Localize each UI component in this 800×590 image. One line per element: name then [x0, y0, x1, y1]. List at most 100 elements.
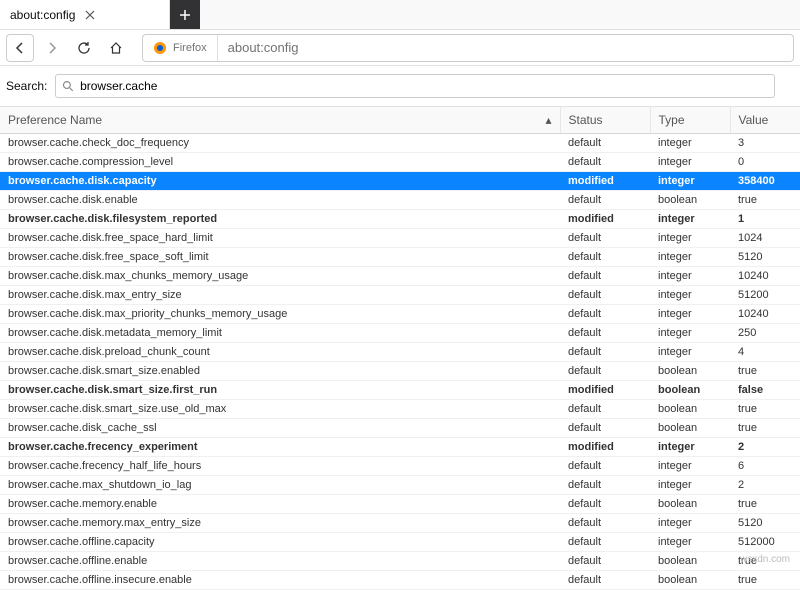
search-icon	[62, 80, 74, 92]
pref-value: true	[730, 495, 800, 514]
pref-row[interactable]: browser.cache.offline.enabledefaultboole…	[0, 552, 800, 571]
url-bar[interactable]: Firefox about:config	[142, 34, 794, 62]
pref-type: integer	[650, 438, 730, 457]
pref-name: browser.cache.disk.capacity	[0, 172, 560, 191]
pref-status: default	[560, 134, 650, 153]
pref-type: integer	[650, 286, 730, 305]
pref-name: browser.cache.compression_level	[0, 153, 560, 172]
pref-type: integer	[650, 305, 730, 324]
pref-value: 5120	[730, 514, 800, 533]
pref-name: browser.cache.disk.max_chunks_memory_usa…	[0, 267, 560, 286]
pref-row[interactable]: browser.cache.offline.insecure.enabledef…	[0, 571, 800, 590]
pref-name: browser.cache.disk.smart_size.enabled	[0, 362, 560, 381]
pref-row[interactable]: browser.cache.disk.smart_size.use_old_ma…	[0, 400, 800, 419]
pref-name: browser.cache.frecency_half_life_hours	[0, 457, 560, 476]
pref-type: boolean	[650, 191, 730, 210]
pref-name: browser.cache.frecency_experiment	[0, 438, 560, 457]
pref-row[interactable]: browser.cache.disk.free_space_hard_limit…	[0, 229, 800, 248]
pref-value: 2	[730, 476, 800, 495]
pref-status: default	[560, 343, 650, 362]
pref-row[interactable]: browser.cache.disk.metadata_memory_limit…	[0, 324, 800, 343]
pref-row[interactable]: browser.cache.disk.capacitymodifiedinteg…	[0, 172, 800, 191]
pref-row[interactable]: browser.cache.disk.enabledefaultbooleant…	[0, 191, 800, 210]
pref-status: default	[560, 191, 650, 210]
home-button[interactable]	[102, 34, 130, 62]
identity-label: Firefox	[173, 42, 207, 54]
pref-row[interactable]: browser.cache.offline.capacitydefaultint…	[0, 533, 800, 552]
pref-value: 4	[730, 343, 800, 362]
pref-type: boolean	[650, 400, 730, 419]
pref-name: browser.cache.disk.filesystem_reported	[0, 210, 560, 229]
pref-status: modified	[560, 210, 650, 229]
pref-row[interactable]: browser.cache.memory.enabledefaultboolea…	[0, 495, 800, 514]
pref-row[interactable]: browser.cache.disk.smart_size.enableddef…	[0, 362, 800, 381]
sort-asc-icon: ▴	[545, 113, 551, 127]
tab-active[interactable]: about:config	[0, 0, 170, 29]
forward-button[interactable]	[38, 34, 66, 62]
pref-type: integer	[650, 514, 730, 533]
pref-row[interactable]: browser.cache.memory.max_entry_sizedefau…	[0, 514, 800, 533]
pref-row[interactable]: browser.cache.disk.smart_size.first_runm…	[0, 381, 800, 400]
pref-name: browser.cache.disk.max_entry_size	[0, 286, 560, 305]
pref-row[interactable]: browser.cache.disk_cache_ssldefaultboole…	[0, 419, 800, 438]
pref-name: browser.cache.disk.smart_size.use_old_ma…	[0, 400, 560, 419]
pref-name: browser.cache.disk.metadata_memory_limit	[0, 324, 560, 343]
pref-type: integer	[650, 153, 730, 172]
search-field[interactable]	[55, 74, 775, 98]
pref-value: 3	[730, 134, 800, 153]
pref-type: integer	[650, 324, 730, 343]
pref-value: 1024	[730, 229, 800, 248]
pref-row[interactable]: browser.cache.max_shutdown_io_lagdefault…	[0, 476, 800, 495]
pref-value: 358400	[730, 172, 800, 191]
pref-type: integer	[650, 210, 730, 229]
pref-value: true	[730, 419, 800, 438]
pref-name: browser.cache.disk_cache_ssl	[0, 419, 560, 438]
pref-type: boolean	[650, 552, 730, 571]
close-icon[interactable]	[83, 8, 97, 22]
tab-title: about:config	[10, 8, 75, 22]
pref-type: integer	[650, 476, 730, 495]
pref-type: integer	[650, 533, 730, 552]
pref-row[interactable]: browser.cache.disk.preload_chunk_countde…	[0, 343, 800, 362]
pref-status: modified	[560, 381, 650, 400]
pref-name: browser.cache.disk.max_priority_chunks_m…	[0, 305, 560, 324]
pref-row[interactable]: browser.cache.compression_leveldefaultin…	[0, 153, 800, 172]
pref-value: 1	[730, 210, 800, 229]
pref-value: 0	[730, 153, 800, 172]
pref-type: boolean	[650, 495, 730, 514]
pref-value: 6	[730, 457, 800, 476]
pref-value: 512000	[730, 533, 800, 552]
pref-row[interactable]: browser.cache.disk.max_priority_chunks_m…	[0, 305, 800, 324]
toolbar: Firefox about:config	[0, 30, 800, 66]
pref-row[interactable]: browser.cache.disk.max_chunks_memory_usa…	[0, 267, 800, 286]
col-name[interactable]: Preference Name▴	[0, 107, 560, 134]
back-button[interactable]	[6, 34, 34, 62]
pref-name: browser.cache.memory.enable	[0, 495, 560, 514]
search-label: Search:	[6, 79, 47, 93]
new-tab-button[interactable]	[170, 0, 200, 29]
pref-row[interactable]: browser.cache.frecency_half_life_hoursde…	[0, 457, 800, 476]
col-type[interactable]: Type	[650, 107, 730, 134]
pref-name: browser.cache.disk.enable	[0, 191, 560, 210]
search-input[interactable]	[80, 79, 768, 93]
pref-row[interactable]: browser.cache.disk.max_entry_sizedefault…	[0, 286, 800, 305]
pref-type: integer	[650, 457, 730, 476]
col-status[interactable]: Status	[560, 107, 650, 134]
pref-row[interactable]: browser.cache.check_doc_frequencydefault…	[0, 134, 800, 153]
pref-name: browser.cache.offline.enable	[0, 552, 560, 571]
pref-status: default	[560, 457, 650, 476]
pref-value: 51200	[730, 286, 800, 305]
pref-name: browser.cache.disk.free_space_soft_limit	[0, 248, 560, 267]
pref-value: 10240	[730, 305, 800, 324]
pref-status: default	[560, 286, 650, 305]
pref-row[interactable]: browser.cache.disk.filesystem_reportedmo…	[0, 210, 800, 229]
pref-name: browser.cache.offline.insecure.enable	[0, 571, 560, 590]
pref-row[interactable]: browser.cache.disk.free_space_soft_limit…	[0, 248, 800, 267]
watermark: wsxdn.com	[740, 554, 790, 565]
pref-type: integer	[650, 267, 730, 286]
identity-box[interactable]: Firefox	[143, 35, 218, 61]
col-value[interactable]: Value	[730, 107, 800, 134]
pref-row[interactable]: browser.cache.frecency_experimentmodifie…	[0, 438, 800, 457]
reload-button[interactable]	[70, 34, 98, 62]
pref-status: default	[560, 552, 650, 571]
